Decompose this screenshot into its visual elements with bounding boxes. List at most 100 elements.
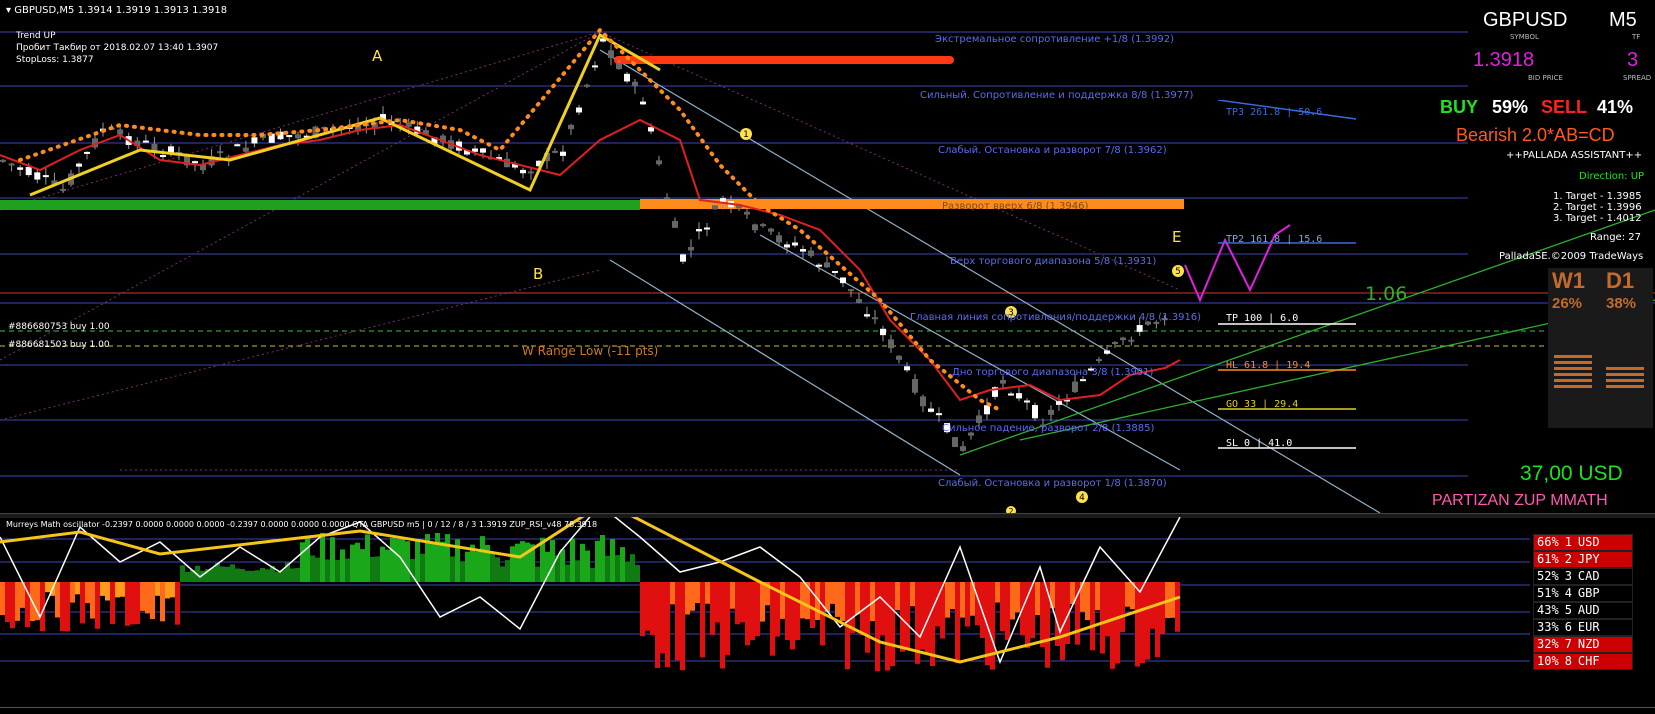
currency-row: 32% 7 NZD <box>1533 636 1633 653</box>
histogram-bar <box>115 582 120 598</box>
histogram-bar <box>325 559 330 582</box>
histogram-bar <box>650 582 655 635</box>
order-label-2[interactable]: #886681503 buy 1.00 <box>8 340 110 350</box>
candle <box>576 104 582 116</box>
candle <box>76 162 82 173</box>
w1-bar-stack <box>1554 318 1594 423</box>
histogram-bar <box>825 582 830 612</box>
currency-rank: 1 <box>1564 535 1572 549</box>
currency-pct: 33% <box>1537 620 1559 634</box>
currency-row: 10% 8 CHF <box>1533 653 1633 670</box>
breakout-info-line: Пробит Такбир от 2018.02.07 13:40 1.3907 <box>16 43 219 53</box>
candle <box>704 222 710 237</box>
panel-symbol-caption: SYMBOL <box>1510 33 1539 41</box>
histogram-bar <box>315 557 320 582</box>
candle <box>1008 391 1014 396</box>
panel-spread: 3 <box>1627 49 1639 71</box>
histogram-bar <box>445 534 450 582</box>
main-chart-pane[interactable]: ▾ GBPUSD,M5 1.3914 1.3919 1.3913 1.3918 … <box>0 0 1655 516</box>
candle <box>872 309 878 324</box>
histogram-bar <box>735 582 740 625</box>
wave-number-4: 4 <box>1075 489 1089 508</box>
meter-segment <box>1554 379 1592 382</box>
histogram-bar <box>430 542 435 582</box>
histogram-bar <box>1005 582 1010 640</box>
histogram-bar <box>1085 582 1090 621</box>
currency-pct: 51% <box>1537 586 1559 600</box>
histogram-bar <box>895 582 900 611</box>
histogram-bar <box>490 553 495 582</box>
histogram-bar <box>150 582 155 620</box>
w1-label: W1 <box>1552 268 1585 293</box>
candle <box>856 292 862 304</box>
histogram-bar <box>640 582 645 637</box>
chart-ohlc: 1.3914 1.3919 1.3913 1.3918 <box>77 5 228 16</box>
panel-spread-caption: SPREAD <box>1623 74 1652 82</box>
stoploss-info-line: StopLoss: 1.3877 <box>16 55 94 65</box>
meter-segment <box>1554 355 1592 358</box>
candle <box>1032 402 1038 421</box>
dropdown-caret-icon[interactable]: ▾ <box>6 5 11 16</box>
histogram-bar <box>505 560 510 582</box>
candle <box>744 207 750 219</box>
histogram-bar <box>1100 582 1105 654</box>
histogram-bar <box>90 582 95 619</box>
candle <box>568 123 574 135</box>
histogram-bar <box>655 582 660 669</box>
murrey-label-4of8: Главная линия сопротивления/поддержки 4/… <box>910 312 1202 323</box>
candle <box>792 236 798 248</box>
histogram-bar <box>245 570 250 582</box>
target-hl: HL 61.8 | 19.4 <box>1226 360 1311 371</box>
histogram-bar <box>80 582 85 624</box>
order-label-1[interactable]: #886680753 buy 1.00 <box>8 322 110 332</box>
histogram-bar <box>305 535 310 582</box>
price-chart[interactable] <box>0 0 1655 514</box>
candle <box>672 217 678 228</box>
candle <box>752 223 758 234</box>
psar-orange <box>18 27 1002 412</box>
histogram-bar <box>100 582 105 596</box>
sell-percent: 41% <box>1597 97 1634 117</box>
currency-cur: USD <box>1577 535 1600 549</box>
oscillator-pane[interactable]: Murreys Math oscillator -0.2397 0.0000 0… <box>0 500 1655 707</box>
histogram-bar <box>55 582 60 618</box>
profit-label: 37,00 USD <box>1520 462 1623 485</box>
candle <box>552 148 558 154</box>
histogram-bar <box>295 567 300 582</box>
histogram-bar <box>220 566 225 582</box>
histogram-bar <box>715 582 720 623</box>
histogram-bar <box>830 582 835 604</box>
histogram-bar <box>1175 582 1180 632</box>
symbol-header: ▾ GBPUSD,M5 1.3914 1.3919 1.3913 1.3918 <box>6 5 227 16</box>
target-2-label: 2. Target - 1.3996 <box>1553 202 1642 213</box>
murrey-label-plus1: Экстремальное сопротивление +1/8 (1.3992… <box>935 34 1174 45</box>
histogram-bar <box>1090 582 1095 651</box>
histogram-bar <box>935 582 940 627</box>
candle <box>664 193 670 200</box>
murrey-label-5of8: Верх торгового диапазона 5/8 (1.3931) <box>950 256 1157 267</box>
histogram-bar <box>905 582 910 650</box>
orange-dot-line <box>614 56 954 64</box>
candle <box>560 145 566 162</box>
currency-cur: JPY <box>1577 552 1600 566</box>
histogram-bar <box>1035 582 1040 616</box>
candle <box>200 159 206 174</box>
histogram-bar <box>495 557 500 582</box>
target-3-label: 3. Target - 1.4012 <box>1553 213 1642 224</box>
meter-segment <box>1554 385 1592 388</box>
histogram-bar <box>1015 582 1020 613</box>
currency-cur: CAD <box>1577 569 1600 583</box>
histogram-bar <box>460 561 465 582</box>
oscillator-chart[interactable] <box>0 500 1655 707</box>
currency-row: 66% 1 USD <box>1533 534 1633 551</box>
histogram-bar <box>620 547 625 582</box>
histogram-bar <box>225 566 230 582</box>
histogram-bar <box>730 582 735 609</box>
murrey-label-1of8: Слабый. Остановка и разворот 1/8 (1.3870… <box>938 478 1167 489</box>
histogram-bar <box>850 582 855 633</box>
candle <box>688 239 694 258</box>
candle <box>8 162 15 172</box>
histogram-bar <box>550 540 555 582</box>
histogram-bar <box>755 582 760 637</box>
histogram-bar <box>1060 582 1065 661</box>
